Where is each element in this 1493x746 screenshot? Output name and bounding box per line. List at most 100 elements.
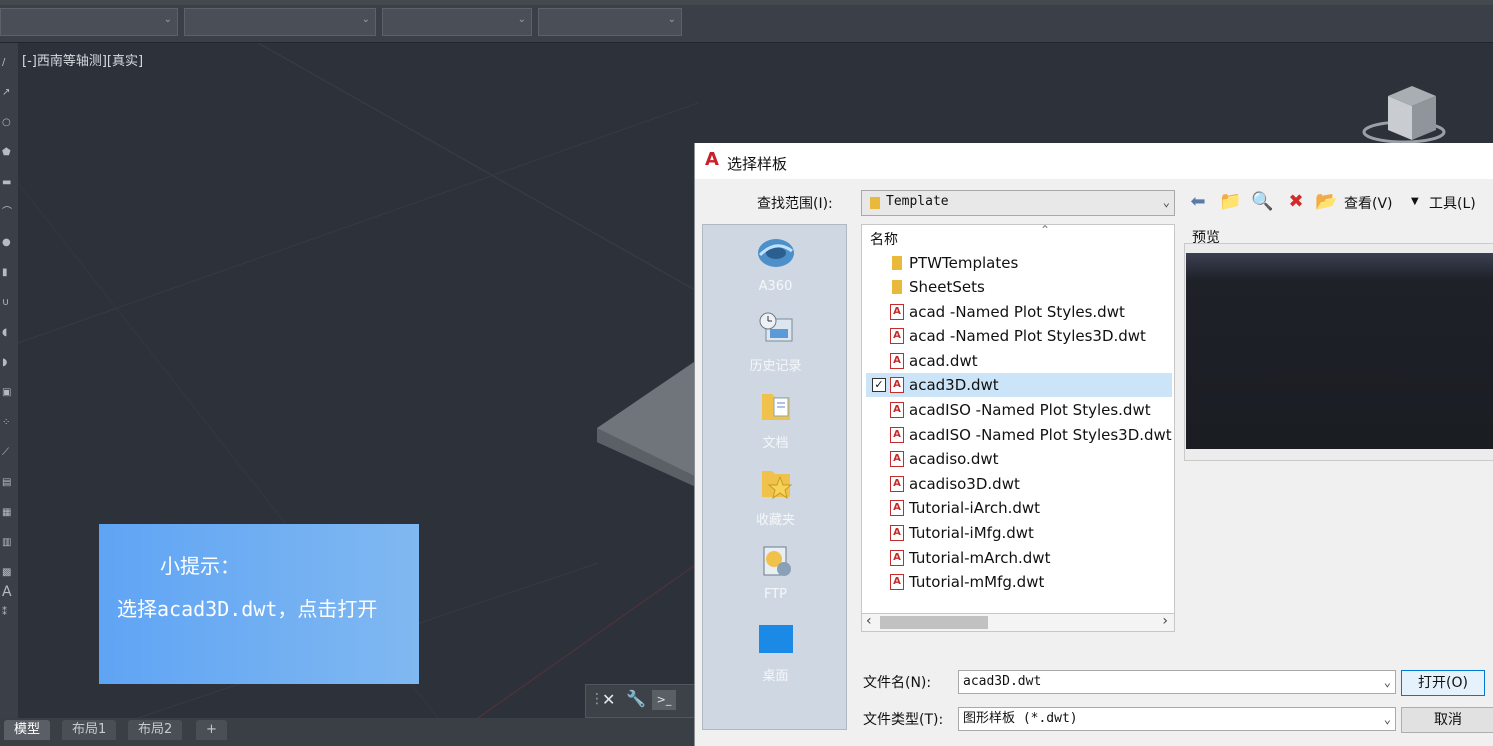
text-tool-icon[interactable]: A bbox=[2, 585, 14, 599]
region-tool-icon[interactable]: ▦ bbox=[2, 508, 14, 518]
filetype-select[interactable]: 图形样板 (*.dwt) ⌄ bbox=[958, 707, 1396, 731]
documents-icon bbox=[761, 394, 790, 420]
point-tool-icon[interactable]: ⁘ bbox=[2, 418, 14, 428]
add-layout-tab[interactable]: + bbox=[196, 720, 227, 740]
list-item[interactable]: AacadISO -Named Plot Styles.dwt bbox=[866, 398, 1172, 422]
tools-menu[interactable]: 工具(L) bbox=[1429, 193, 1476, 213]
list-item[interactable]: Aacad -Named Plot Styles3D.dwt bbox=[866, 324, 1172, 348]
close-command-icon[interactable]: ✕ bbox=[602, 690, 615, 709]
dwt-file-icon: A bbox=[890, 328, 904, 344]
cancel-button[interactable]: 取消 bbox=[1401, 707, 1493, 733]
up-folder-icon[interactable]: 📁 bbox=[1219, 191, 1241, 213]
place-label: 桌面 bbox=[762, 669, 789, 684]
open-button[interactable]: 打开(O) bbox=[1401, 670, 1485, 696]
autocad-logo-icon: A bbox=[705, 149, 719, 170]
search-web-icon[interactable]: 🔍 bbox=[1251, 191, 1273, 213]
line-tool-icon[interactable]: / bbox=[2, 58, 14, 68]
command-bar: ⋮ ✕ 🔧 >_ bbox=[585, 684, 697, 718]
favorites-icon bbox=[761, 471, 792, 500]
lineweight-combo[interactable]: ⌄ bbox=[538, 8, 682, 36]
history-icon bbox=[759, 312, 792, 342]
views-menu[interactable]: 查看(V) bbox=[1344, 193, 1393, 213]
cylinder-tool-icon[interactable]: ▮ bbox=[2, 268, 14, 278]
grid-tool-icon[interactable]: ▩ bbox=[2, 568, 14, 578]
dwt-file-icon: A bbox=[890, 377, 904, 393]
file-list[interactable]: 名称 ⌃ PTWTemplates SheetSets Aacad -Named… bbox=[861, 224, 1175, 614]
delete-icon[interactable]: ✖ bbox=[1285, 191, 1307, 213]
addselected-tool-icon[interactable]: ⁑ bbox=[2, 608, 14, 618]
dialog-titlebar[interactable]: A 选择样板 bbox=[695, 143, 1493, 179]
ray-tool-icon[interactable]: ↗ bbox=[2, 88, 14, 98]
place-a360[interactable]: A360 bbox=[703, 235, 848, 294]
dwt-file-icon: A bbox=[890, 353, 904, 369]
gradient-tool-icon[interactable]: ▤ bbox=[2, 478, 14, 488]
list-item[interactable]: AacadISO -Named Plot Styles3D.dwt bbox=[866, 423, 1172, 447]
new-folder-icon[interactable]: 📂 bbox=[1315, 191, 1337, 213]
place-ftp[interactable]: FTP bbox=[703, 543, 848, 602]
hatch-tool-icon[interactable]: ⟋ bbox=[2, 448, 14, 458]
views-dropdown-icon[interactable]: ▼ bbox=[1411, 196, 1419, 207]
dwt-file-icon: A bbox=[890, 304, 904, 320]
list-item[interactable]: Aacadiso.dwt bbox=[866, 447, 1172, 471]
chevron-down-icon[interactable]: ⌄ bbox=[1384, 671, 1391, 693]
column-header-name[interactable]: 名称 bbox=[870, 229, 898, 249]
ellipse-tool-icon[interactable]: ◖ bbox=[2, 328, 14, 338]
list-item-selected[interactable]: ✓ Aacad3D.dwt bbox=[866, 373, 1172, 397]
customize-wrench-icon[interactable]: 🔧 bbox=[626, 689, 646, 708]
horizontal-scrollbar[interactable]: ‹ › bbox=[861, 613, 1175, 632]
back-arrow-icon[interactable]: ⬅ bbox=[1187, 191, 1209, 213]
look-in-combo[interactable]: Template ⌄ bbox=[861, 190, 1175, 216]
tip-body: 选择acad3D.dwt，点击打开 bbox=[117, 597, 378, 621]
tip-title: 小提示： bbox=[160, 554, 240, 578]
spline-tool-icon[interactable]: ∪ bbox=[2, 298, 14, 308]
tab-model[interactable]: 模型 bbox=[4, 720, 51, 740]
rectangle-tool-icon[interactable]: ▬ bbox=[2, 178, 14, 188]
places-bar: A360 历史记录 文档 收藏夹 FTP 桌面 bbox=[702, 224, 847, 730]
list-item[interactable]: Aacad.dwt bbox=[866, 349, 1172, 373]
list-item[interactable]: A Tutorial-iMfg.dwt bbox=[866, 521, 1172, 545]
viewport-label[interactable]: [-]西南等轴测][真实] bbox=[22, 50, 143, 69]
list-item[interactable]: PTWTemplates bbox=[866, 251, 1172, 275]
list-item[interactable]: Aacad -Named Plot Styles.dwt bbox=[866, 300, 1172, 324]
place-desktop[interactable]: 桌面 bbox=[703, 621, 848, 684]
scroll-left-icon[interactable]: ‹ bbox=[866, 613, 872, 629]
dwt-file-icon: A bbox=[890, 427, 904, 443]
list-item[interactable]: Aacadiso3D.dwt bbox=[866, 472, 1172, 496]
scroll-right-icon[interactable]: › bbox=[1162, 613, 1168, 629]
color-combo[interactable]: ⌄ bbox=[184, 8, 376, 36]
chevron-down-icon[interactable]: ⌄ bbox=[1384, 708, 1391, 730]
list-item[interactable]: A Tutorial-mArch.dwt bbox=[866, 546, 1172, 570]
tab-layout2[interactable]: 布局2 bbox=[128, 720, 183, 740]
filename-label: 文件名(N): bbox=[863, 675, 932, 691]
table-tool-icon[interactable]: ▥ bbox=[2, 538, 14, 548]
place-documents[interactable]: 文档 bbox=[703, 388, 848, 451]
list-item[interactable]: A Tutorial-iArch.dwt bbox=[866, 496, 1172, 520]
linetype-combo[interactable]: ⌄ bbox=[382, 8, 532, 36]
dwt-file-icon: A bbox=[890, 500, 904, 516]
tab-layout1[interactable]: 布局1 bbox=[62, 720, 117, 740]
polygon-tool-icon[interactable]: ⬟ bbox=[2, 148, 14, 158]
checkbox-checked-icon[interactable]: ✓ bbox=[872, 378, 886, 392]
dwt-file-icon: A bbox=[890, 550, 904, 566]
dialog-title: 选择样板 bbox=[727, 155, 788, 173]
block-tool-icon[interactable]: ▣ bbox=[2, 388, 14, 398]
filename-input[interactable]: acad3D.dwt ⌄ bbox=[958, 670, 1396, 694]
folder-icon bbox=[892, 256, 902, 270]
viewcube-icon[interactable] bbox=[1358, 80, 1448, 150]
list-item[interactable]: A Tutorial-mMfg.dwt bbox=[866, 570, 1172, 594]
chevron-down-icon: ⌄ bbox=[1162, 195, 1170, 209]
place-label: 文档 bbox=[762, 436, 789, 451]
sphere-tool-icon[interactable]: ● bbox=[2, 238, 14, 248]
place-label: A360 bbox=[758, 279, 793, 294]
place-favorites[interactable]: 收藏夹 bbox=[703, 465, 848, 528]
circle-tool-icon[interactable]: ○ bbox=[2, 118, 14, 128]
arc-tool-icon[interactable]: ⌒ bbox=[2, 208, 14, 218]
preview-image bbox=[1186, 253, 1493, 449]
place-history[interactable]: 历史记录 bbox=[703, 311, 848, 374]
scroll-thumb[interactable] bbox=[880, 616, 988, 629]
command-prompt-icon[interactable]: >_ bbox=[652, 690, 676, 710]
list-item[interactable]: SheetSets bbox=[866, 275, 1172, 299]
insert-tool-icon[interactable]: ◗ bbox=[2, 358, 14, 368]
filetype-label: 文件类型(T): bbox=[863, 712, 944, 728]
layer-combo[interactable]: ⌄ bbox=[0, 8, 178, 36]
